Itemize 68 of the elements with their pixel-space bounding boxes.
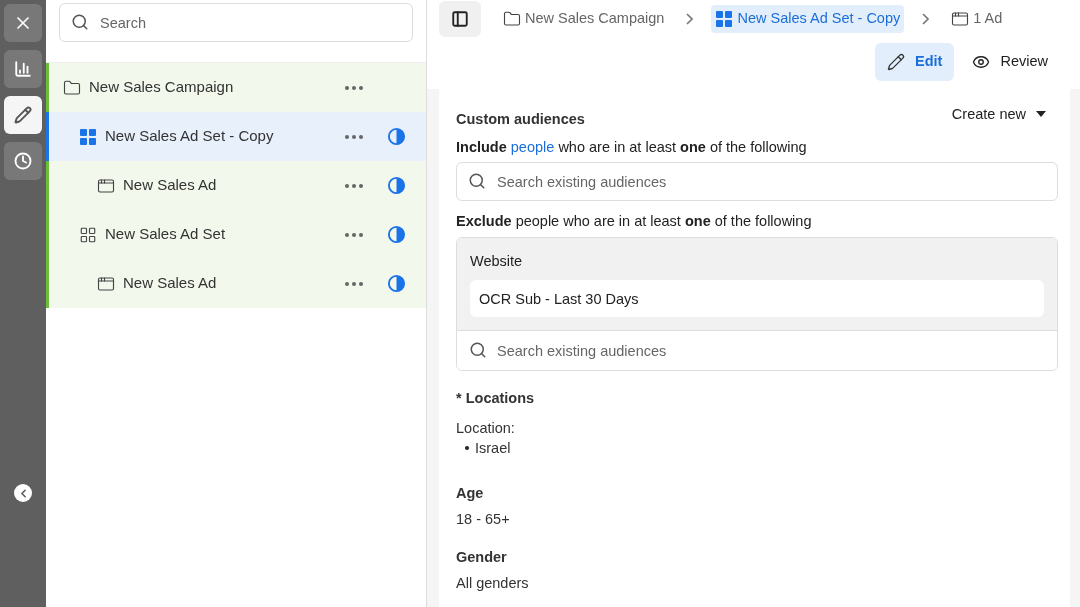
section-title: Custom audiences — [456, 110, 585, 129]
grid-icon — [715, 10, 734, 28]
tree-item[interactable]: New Sales Ad Set — [46, 210, 426, 259]
breadcrumb[interactable]: New Sales Ad Set - Copy — [711, 5, 905, 33]
search-icon — [469, 341, 487, 359]
grid-icon — [79, 127, 97, 146]
tree-item[interactable]: New Sales Campaign — [46, 63, 426, 112]
status-icon[interactable] — [387, 274, 406, 293]
tree-item-label: New Sales Ad Set - Copy — [105, 126, 274, 147]
location-value: Israel — [475, 439, 511, 458]
exclude-text: Exclude people who are in at least one of the following — [456, 212, 813, 231]
more-icon[interactable] — [345, 281, 363, 286]
section-title: Gender — [456, 548, 508, 567]
mode-button[interactable]: Edit — [875, 43, 955, 81]
window-icon — [97, 274, 115, 293]
breadcrumb[interactable]: 1 Ad — [947, 5, 1007, 33]
status-icon[interactable] — [387, 225, 406, 244]
more-icon[interactable] — [345, 232, 363, 237]
status-icon[interactable] — [387, 176, 406, 195]
age-value: 18 - 65+ — [456, 510, 511, 529]
panel-toggle-button[interactable] — [439, 1, 481, 37]
search-icon — [71, 13, 89, 31]
gender-value: All genders — [456, 574, 530, 593]
tree-item[interactable]: New Sales Ad Set - Copy — [46, 112, 426, 161]
breadcrumb[interactable]: New Sales Campaign — [499, 5, 669, 33]
tree-item-label: New Sales Ad — [123, 175, 217, 196]
folder-icon — [503, 10, 521, 28]
rail-button[interactable] — [4, 96, 42, 134]
include-text: Include people who are in at least one of the following — [456, 138, 808, 157]
more-icon[interactable] — [345, 85, 363, 90]
search-icon — [468, 172, 486, 190]
pencil-icon — [887, 53, 906, 71]
people-link[interactable]: people — [510, 139, 555, 155]
bullet-icon — [465, 446, 469, 450]
chevron-icon — [922, 13, 930, 25]
collapse-icon[interactable] — [14, 484, 32, 502]
caret-icon — [1036, 111, 1046, 117]
window-icon — [97, 176, 115, 195]
close-button[interactable] — [4, 4, 42, 42]
search-field[interactable]: Search — [59, 3, 413, 42]
audience-item: OCR Sub - Last 30 Days — [470, 280, 1044, 317]
sidebar-icon — [451, 10, 469, 28]
clock-icon — [14, 152, 32, 170]
section-title: * Locations — [456, 389, 536, 408]
exclude-audience-field[interactable]: Website OCR Sub - Last 30 Days Search existing audiences — [456, 237, 1058, 371]
tree-item-label: New Sales Ad — [123, 273, 217, 294]
more-icon[interactable] — [345, 134, 363, 139]
tree-item[interactable]: New Sales Ad — [46, 161, 426, 210]
rail-button[interactable] — [4, 142, 42, 180]
chart-icon — [14, 60, 32, 78]
folder-icon — [63, 78, 81, 97]
pencil-icon — [14, 106, 32, 124]
window-icon — [951, 10, 970, 28]
create-new-dropdown[interactable]: Create new — [951, 104, 1046, 124]
section-title: Age — [456, 484, 485, 503]
eye-icon — [972, 53, 991, 71]
grid-icon — [79, 225, 97, 244]
status-icon[interactable] — [387, 127, 406, 146]
search-field[interactable]: Search existing audiences — [456, 162, 1058, 201]
chevron-icon — [686, 13, 694, 25]
group-title: Website — [470, 252, 524, 271]
mode-button[interactable]: Review — [960, 43, 1060, 81]
location-label: Location: — [456, 419, 516, 438]
tree-item[interactable]: New Sales Ad — [46, 259, 426, 308]
more-icon[interactable] — [345, 183, 363, 188]
rail-button[interactable] — [4, 50, 42, 88]
tree-item-label: New Sales Ad Set — [105, 224, 226, 245]
tree-item-label: New Sales Campaign — [89, 77, 234, 98]
